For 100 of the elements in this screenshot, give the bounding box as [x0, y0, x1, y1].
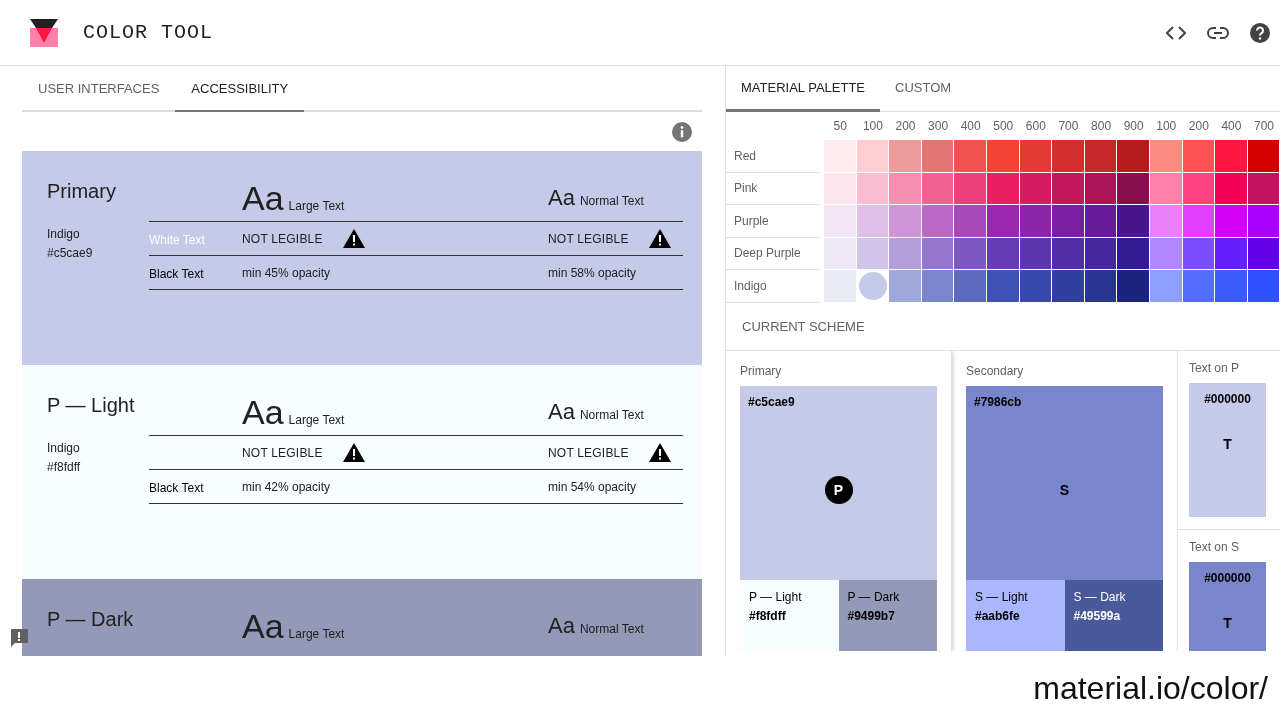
color-swatch[interactable]	[1247, 237, 1280, 269]
color-swatch[interactable]	[856, 237, 889, 269]
text-color-card[interactable]: Text on P #000000 T	[1178, 350, 1280, 530]
color-swatch[interactable]	[824, 237, 856, 269]
shade-label: 400	[1220, 119, 1243, 133]
color-swatch[interactable]	[1182, 172, 1215, 204]
color-swatch[interactable]	[986, 172, 1019, 204]
color-swatch[interactable]	[1019, 172, 1052, 204]
color-swatch[interactable]	[921, 172, 954, 204]
color-swatch[interactable]	[1149, 237, 1182, 269]
color-swatch[interactable]	[856, 205, 889, 237]
color-swatch[interactable]	[921, 140, 954, 172]
scheme-card[interactable]: Secondary #7986cb S S — Light #aab6fe S — Dark #49599a	[952, 350, 1178, 651]
help-icon[interactable]	[1250, 22, 1270, 43]
color-swatch[interactable]	[921, 237, 954, 269]
color-swatch[interactable]	[824, 172, 856, 204]
code-icon[interactable]	[1166, 25, 1186, 40]
color-swatch[interactable]	[954, 270, 986, 302]
color-swatch[interactable]	[1215, 237, 1247, 269]
hex-value: #000000	[1204, 391, 1251, 406]
color-swatch[interactable]	[1084, 205, 1117, 237]
color-swatch[interactable]	[1215, 172, 1247, 204]
color-swatch[interactable]	[1117, 140, 1149, 172]
color-swatch[interactable]	[986, 270, 1019, 302]
color-swatch[interactable]	[954, 140, 986, 172]
color-swatch[interactable]	[889, 205, 921, 237]
color-swatch[interactable]	[1247, 270, 1280, 302]
color-swatch[interactable]	[1149, 172, 1182, 204]
color-swatch[interactable]	[1149, 205, 1182, 237]
color-swatch[interactable]	[889, 237, 921, 269]
text-color-card[interactable]: Text on S #000000 T	[1178, 529, 1280, 651]
color-swatch[interactable]	[856, 140, 889, 172]
scheme-card[interactable]: Primary #c5cae9 P P — Light #f8fdff P — Dark #9499b7	[726, 350, 952, 651]
color-swatch[interactable]	[1084, 270, 1117, 302]
color-swatch[interactable]	[954, 205, 986, 237]
color-swatch[interactable]	[921, 205, 954, 237]
color-swatch[interactable]	[1182, 140, 1215, 172]
text-card-title: Text on S	[1189, 539, 1241, 554]
color-swatch[interactable]	[1019, 205, 1052, 237]
light-swatch[interactable]: S — Light #aab6fe	[966, 579, 1065, 651]
large-sample: Aa	[242, 392, 284, 431]
color-swatch[interactable]	[1215, 205, 1247, 237]
tab[interactable]: USER INTERFACES	[22, 66, 176, 112]
warning-icon	[342, 443, 365, 462]
color-swatch[interactable]	[1019, 140, 1052, 172]
color-swatch[interactable]	[1215, 140, 1247, 172]
color-swatch[interactable]	[824, 205, 856, 237]
color-swatch[interactable]	[1052, 237, 1084, 269]
dark-swatch[interactable]: S — Dark #49599a	[1064, 579, 1163, 651]
color-swatch[interactable]	[1117, 270, 1149, 302]
dark-swatch[interactable]: P — Dark #9499b7	[838, 579, 937, 651]
color-swatch[interactable]	[1052, 270, 1084, 302]
color-swatch[interactable]	[921, 270, 954, 302]
color-swatch[interactable]	[986, 140, 1019, 172]
color-swatch[interactable]	[889, 270, 921, 302]
palette-row-name: Indigo	[726, 270, 820, 303]
color-swatch[interactable]	[1084, 237, 1117, 269]
color-swatch[interactable]	[889, 140, 921, 172]
main-swatch[interactable]: #7986cb S	[966, 385, 1163, 580]
color-swatch[interactable]	[1247, 172, 1280, 204]
color-swatch[interactable]	[1117, 205, 1149, 237]
color-swatch[interactable]	[986, 237, 1019, 269]
color-swatch[interactable]	[954, 172, 986, 204]
color-swatch[interactable]	[1182, 237, 1215, 269]
color-swatch[interactable]	[1149, 270, 1182, 302]
color-swatch[interactable]	[1052, 205, 1084, 237]
color-swatch[interactable]	[1052, 172, 1084, 204]
color-swatch[interactable]	[1084, 140, 1117, 172]
color-swatch[interactable]	[1117, 237, 1149, 269]
light-swatch[interactable]: P — Light #f8fdff	[740, 579, 839, 651]
sample-label: Large Text	[288, 412, 345, 427]
info-icon[interactable]	[672, 121, 692, 142]
color-swatch[interactable]	[824, 270, 856, 302]
color-swatch[interactable]	[1247, 205, 1280, 237]
selected-swatch[interactable]	[858, 272, 887, 300]
feedback-icon[interactable]	[9, 628, 29, 648]
tab[interactable]: CUSTOM	[880, 66, 967, 112]
color-swatch[interactable]	[824, 140, 856, 172]
color-swatch[interactable]	[986, 205, 1019, 237]
color-swatch[interactable]	[1182, 270, 1215, 302]
color-swatch[interactable]	[954, 237, 986, 269]
main-swatch[interactable]: #c5cae9 P	[740, 385, 937, 580]
shade-label: 100	[861, 119, 884, 133]
row-label: Black Text	[149, 266, 204, 281]
color-swatch[interactable]	[889, 172, 921, 204]
color-swatch[interactable]	[1247, 140, 1280, 172]
color-swatch[interactable]	[1084, 172, 1117, 204]
color-swatch[interactable]	[1052, 140, 1084, 172]
color-swatch[interactable]	[1149, 140, 1182, 172]
tab[interactable]: MATERIAL PALETTE	[726, 66, 880, 112]
color-swatch[interactable]	[1215, 270, 1247, 302]
swatch-letter: T	[1223, 435, 1232, 452]
color-swatch[interactable]	[1019, 270, 1052, 302]
color-swatch[interactable]	[1019, 237, 1052, 269]
result-text: NOT LEGIBLE	[242, 231, 323, 246]
tab[interactable]: ACCESSIBILITY	[175, 66, 305, 112]
color-swatch[interactable]	[1117, 172, 1149, 204]
color-swatch[interactable]	[856, 172, 889, 204]
color-swatch[interactable]	[1182, 205, 1215, 237]
link-icon[interactable]	[1207, 26, 1229, 39]
